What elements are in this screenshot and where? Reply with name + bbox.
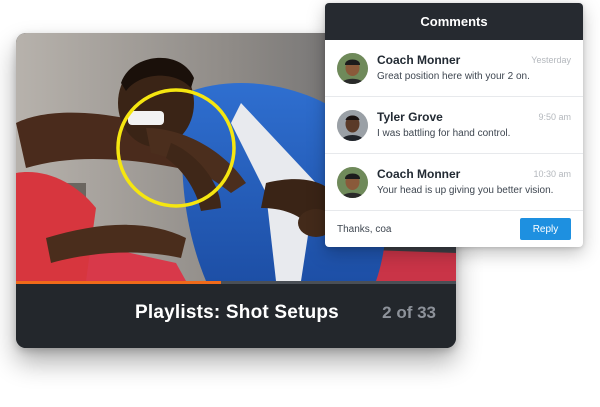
comment-text: I was battling for hand control. — [377, 128, 511, 139]
comment-item: Tyler Grove 9:50 am I was battling for h… — [325, 97, 583, 154]
comment-time: 10:30 am — [533, 169, 571, 179]
comments-panel: Comments Coach Monner Yesterday Great po… — [325, 3, 583, 247]
comment-author[interactable]: Coach Monner — [377, 167, 460, 181]
reply-button[interactable]: Reply — [520, 218, 571, 240]
comment-text: Great position here with your 2 on. — [377, 71, 530, 82]
comment-item: Coach Monner 10:30 am Your head is up gi… — [325, 154, 583, 211]
coach-avatar — [337, 167, 368, 198]
comment-author[interactable]: Coach Monner — [377, 53, 460, 67]
athlete-avatar — [337, 110, 368, 141]
playlist-title-bar: Playlists: Shot Setups 2 of 33 — [16, 284, 456, 348]
coach-avatar — [337, 53, 368, 84]
reply-input[interactable] — [337, 220, 512, 238]
comment-text: Your head is up giving you better vision… — [377, 185, 554, 196]
comment-time: Yesterday — [531, 55, 571, 65]
comments-header: Comments — [325, 3, 583, 40]
comment-author[interactable]: Tyler Grove — [377, 110, 443, 124]
playlist-title: Playlists: Shot Setups — [135, 302, 339, 323]
playlist-position: 2 of 33 — [382, 303, 436, 322]
comment-time: 9:50 am — [538, 112, 571, 122]
reply-row: Reply — [325, 211, 583, 247]
comment-item: Coach Monner Yesterday Great position he… — [325, 40, 583, 97]
